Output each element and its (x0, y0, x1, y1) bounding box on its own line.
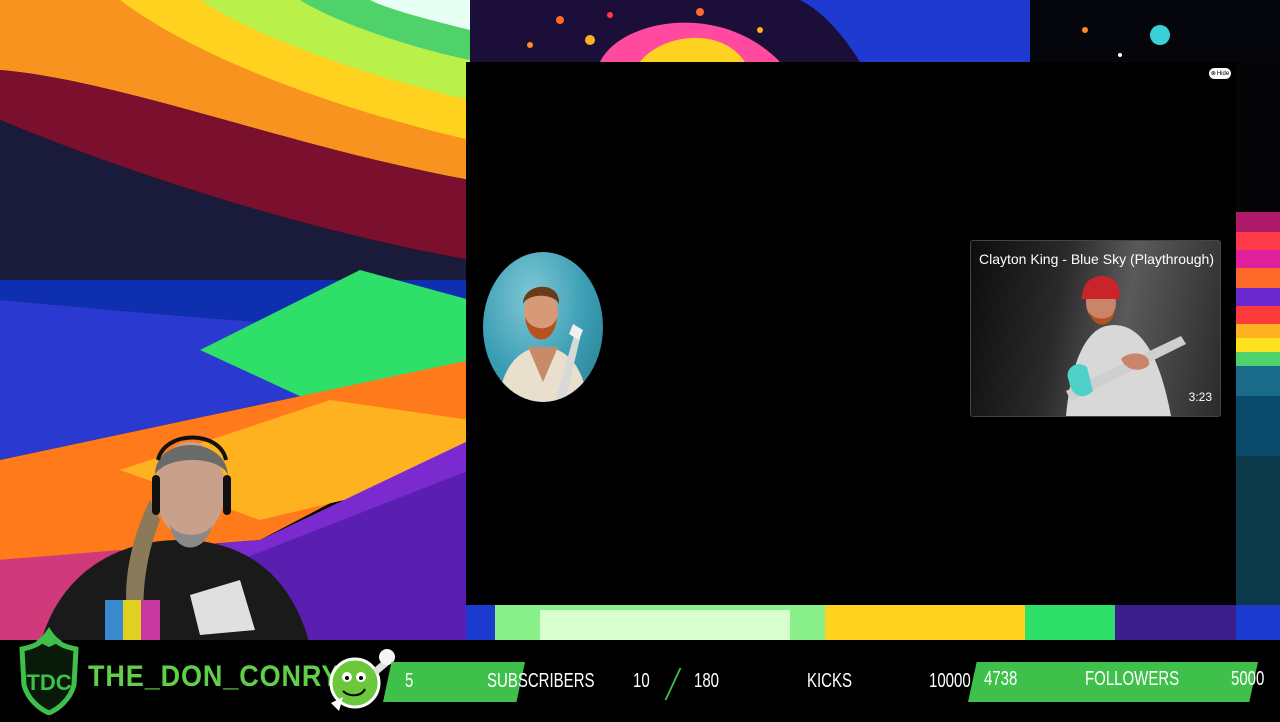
video-title: Clayton King - Blue Sky (Playthrough) (979, 251, 1214, 267)
artist-avatar (483, 252, 603, 402)
kicks-current: 10 (633, 670, 650, 692)
hide-button[interactable]: ⊗ Hide (1209, 68, 1231, 79)
video-duration: 3:23 (1188, 390, 1212, 404)
subscribers-label: SUBSCRIBERS (487, 670, 595, 692)
tdc-logo: TDC (10, 625, 88, 716)
hide-label: Hide (1216, 70, 1230, 77)
kicks-label: KICKS (807, 670, 853, 692)
followers-label: FOLLOWERS (1085, 668, 1180, 690)
video-player[interactable]: ⊗ Hide Clayton King - Blue Sky (Playthro… (466, 62, 1236, 605)
subscribers-count: 5 (405, 670, 414, 692)
channel-name: THE_DON_CONRY (88, 660, 341, 693)
followers-count: 4738 (984, 668, 1018, 690)
kicks-goal: 180 (694, 670, 720, 692)
video-thumbnail (1066, 276, 1186, 416)
logo-text: TDC (26, 670, 71, 695)
kicks-max: 10000 (929, 670, 971, 692)
close-icon: ⊗ (1210, 70, 1216, 77)
video-card[interactable]: Clayton King - Blue Sky (Playthrough) 3:… (970, 240, 1221, 417)
webcam-feed (40, 430, 310, 645)
followers-goal: 5000 (1231, 668, 1265, 690)
